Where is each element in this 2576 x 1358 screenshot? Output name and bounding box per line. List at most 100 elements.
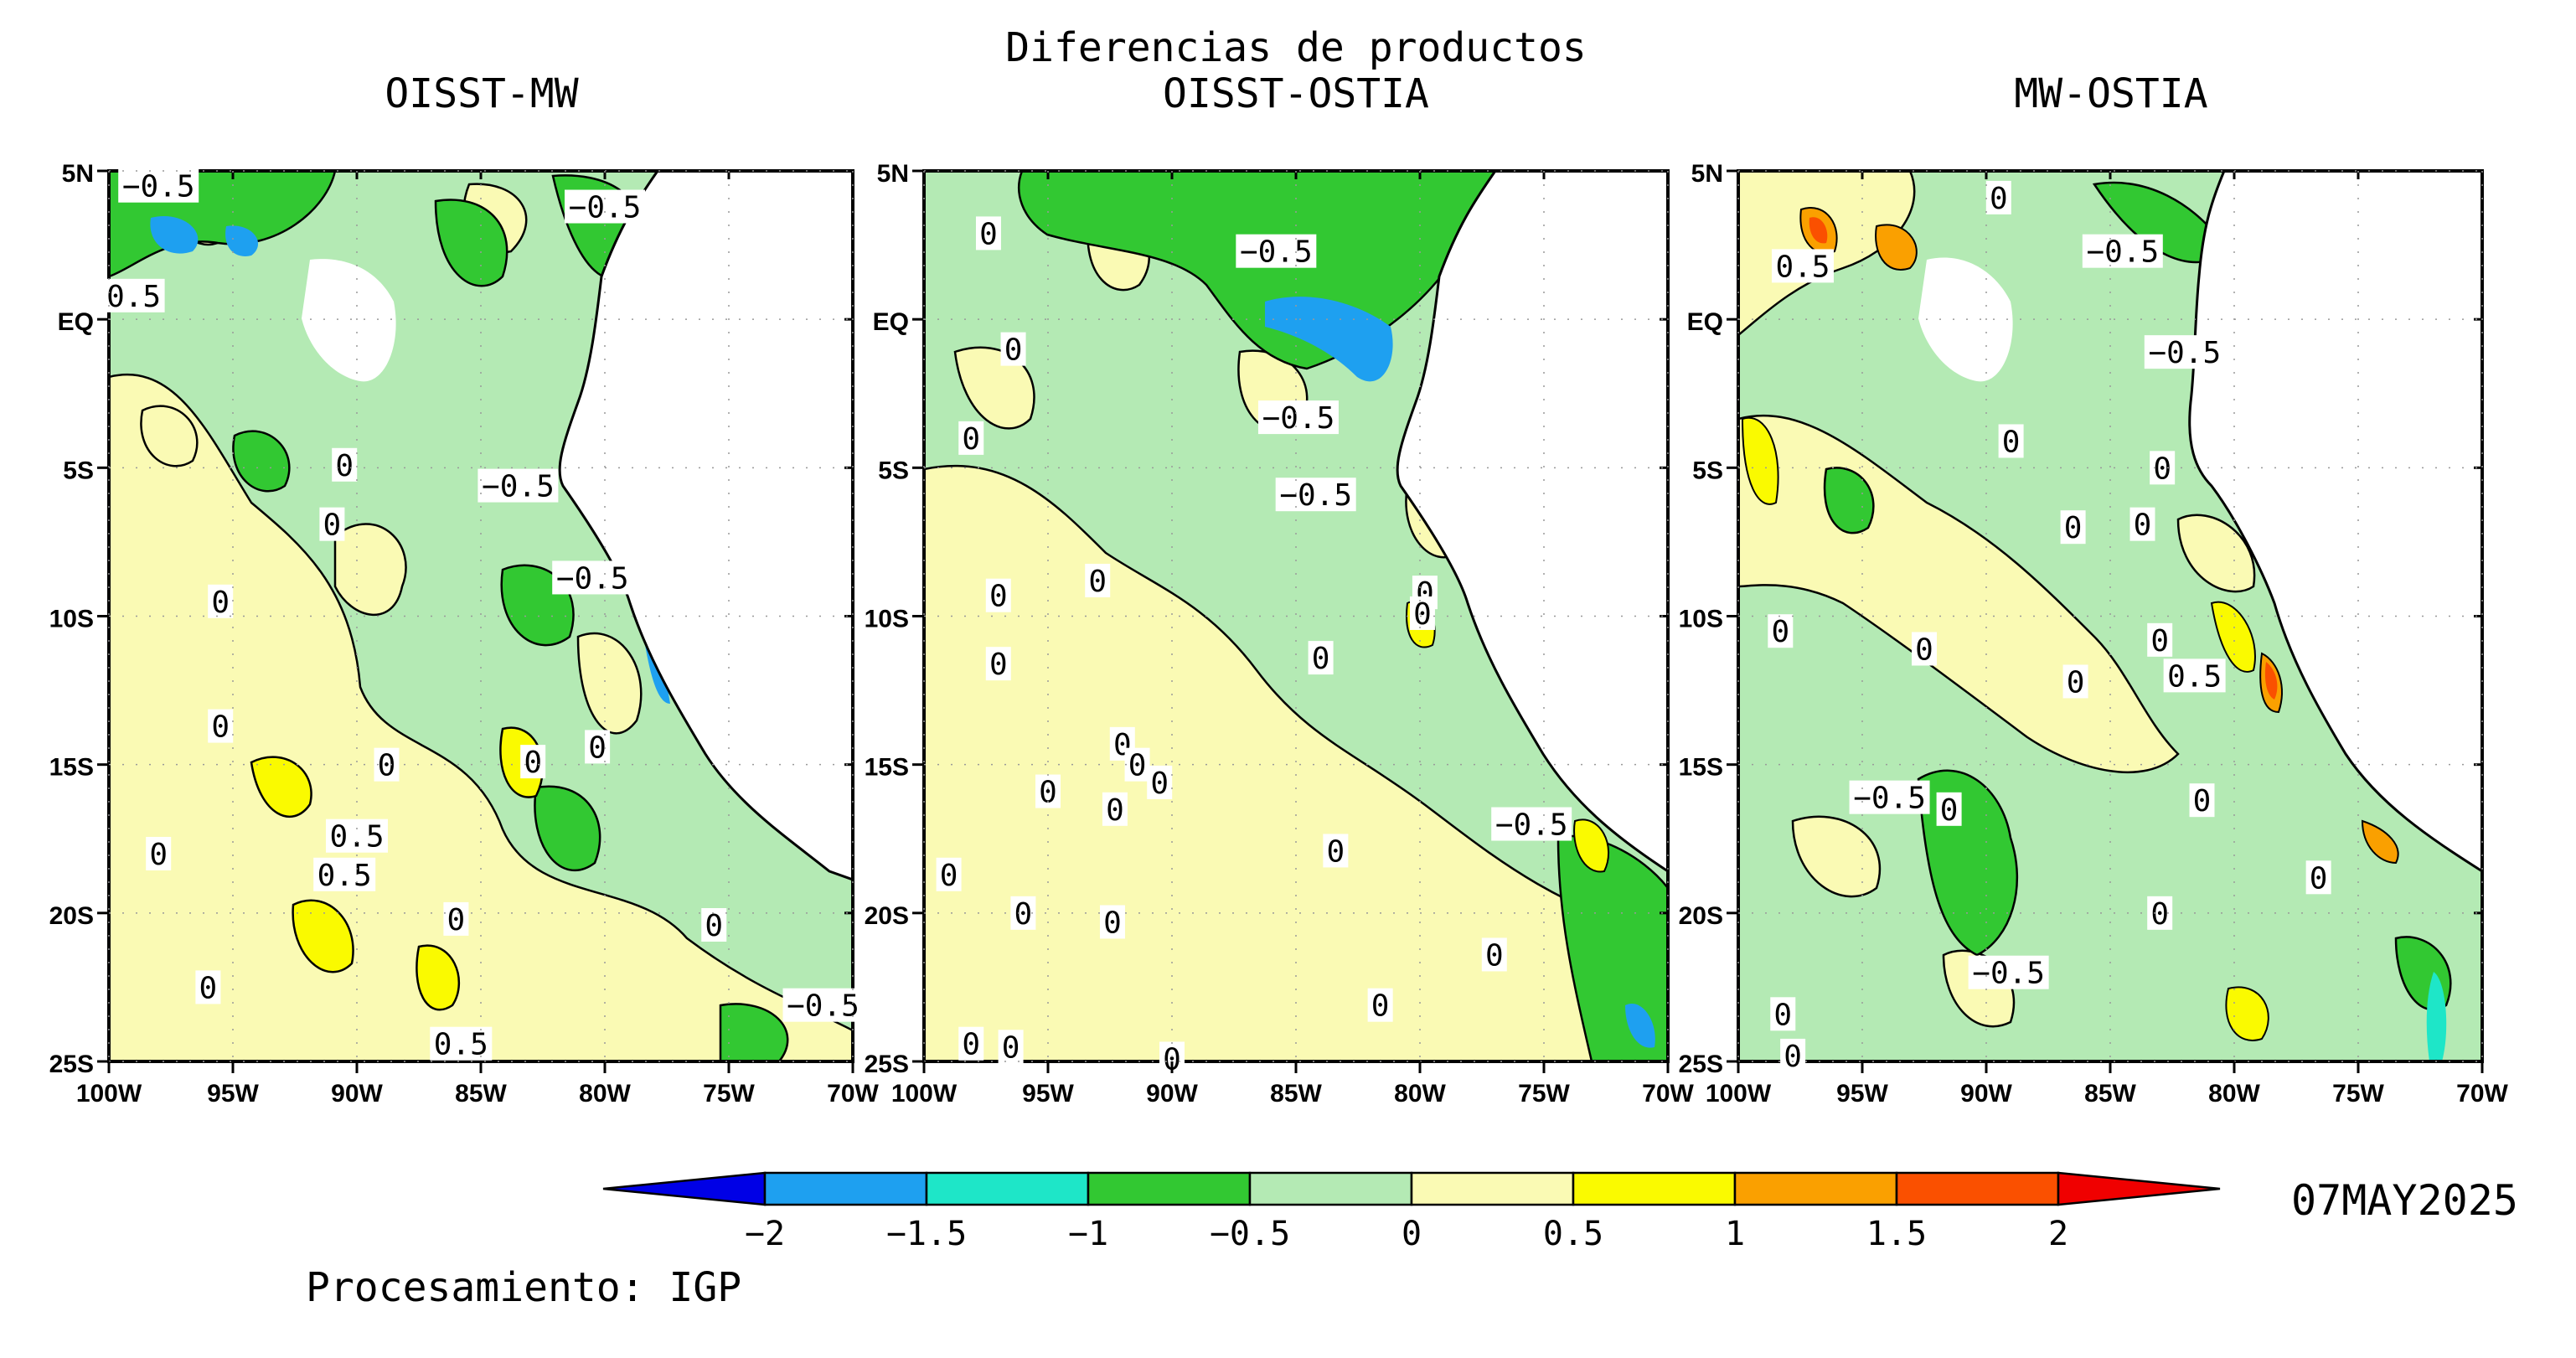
lat-tick-label: 25S <box>49 1051 94 1078</box>
lat-tick-label: 10S <box>1679 606 1723 633</box>
contour-label: 0 <box>2134 509 2152 543</box>
contour-label: 0 <box>2150 624 2169 658</box>
lat-tick-label: 15S <box>865 754 909 782</box>
contour-label: 0 <box>2067 665 2085 700</box>
contour-label: 0 <box>447 903 466 937</box>
colorbar-tick-label: 1 <box>1725 1215 1745 1253</box>
lat-tick-label: 5S <box>63 457 94 484</box>
contour-label: 0.5 <box>2167 659 2222 694</box>
contour-label: 0 <box>323 509 342 543</box>
contour-label: 0 <box>2064 511 2083 545</box>
colorbar-tick-label: 1.5 <box>1866 1215 1927 1253</box>
contour-label: 0 <box>1784 1040 1802 1074</box>
contour-label: 0 <box>962 1028 980 1062</box>
contour-label: −0.5 <box>1495 808 1568 843</box>
lon-tick-label: 100W <box>891 1080 958 1108</box>
lon-tick-label: 95W <box>1836 1080 1888 1108</box>
lon-tick-label: 75W <box>2332 1080 2384 1108</box>
contour-label: 0 <box>2153 452 2171 486</box>
contour-label: −0.5 <box>2148 336 2221 370</box>
contour-label: 0 <box>1150 767 1169 801</box>
lon-tick-label: 95W <box>207 1080 259 1108</box>
contour-label: 0 <box>1103 906 1122 940</box>
lat-tick-label: 20S <box>1679 902 1723 930</box>
colorbar-tick-label: −1.5 <box>886 1215 967 1253</box>
contour-label: 0 <box>962 422 980 457</box>
lat-tick-label: 20S <box>49 902 94 930</box>
lat-tick-label: 25S <box>865 1051 909 1078</box>
contour-label: −0.5 <box>122 170 195 204</box>
contour-label: 0 <box>979 217 998 251</box>
lon-tick-label: 80W <box>2208 1080 2260 1108</box>
contour-label: 0 <box>1088 565 1107 599</box>
lat-tick-label: 10S <box>865 606 909 633</box>
contour-label: −0.5 <box>482 470 555 504</box>
map-panel-oisst-mw: −0.5 −0.5 0.5 0 −0.5 0 −0.5 0 0 0 0 0 0.5 0 0.5 0 0 0 −0.5… <box>102 168 864 1063</box>
contour-label: 0 <box>1014 897 1033 932</box>
contour-label: 0 <box>989 648 1008 682</box>
lat-tick-label: 5N <box>877 160 909 188</box>
lat-tick-label: 15S <box>1679 754 1723 782</box>
contour-label: 0 <box>1327 834 1345 869</box>
colorbar-swatch <box>1248 1171 1413 1206</box>
contour-label: 0.5 <box>106 280 161 314</box>
contour-label: 0.5 <box>317 859 372 893</box>
panel-title-2: OISST-OSTIA <box>1163 70 1429 117</box>
contour-label: 0 <box>378 749 396 783</box>
contour-label: 0.5 <box>434 1028 488 1062</box>
date-label: 07MAY2025 <box>2291 1176 2518 1225</box>
contour-label: 0 <box>1773 998 1792 1032</box>
colorbar-swatch <box>1410 1171 1575 1206</box>
contour-label: 0 <box>1312 642 1330 676</box>
contour-label: 0 <box>149 838 168 872</box>
lon-tick-label: 85W <box>1270 1080 1322 1108</box>
lon-tick-label: 80W <box>579 1080 631 1108</box>
lon-tick-label: 75W <box>703 1080 755 1108</box>
contour-label: −0.5 <box>1240 235 1313 270</box>
contour-label: 0 <box>2310 861 2328 896</box>
colorbar-tick-label: −0.5 <box>1210 1215 1290 1253</box>
colorbar-swatch <box>1895 1171 2060 1206</box>
lat-tick-label: 5S <box>1692 457 1723 484</box>
lon-tick-label: 85W <box>2084 1080 2136 1108</box>
lon-tick-label: 85W <box>455 1080 507 1108</box>
lat-tick-label: 5N <box>62 160 94 188</box>
colorbar-tick-label: −2 <box>745 1215 785 1253</box>
lat-tick-label: 20S <box>865 902 909 930</box>
lon-tick-label: 70W <box>2456 1080 2508 1108</box>
colorbar-tick-label: 0 <box>1402 1215 1422 1253</box>
lon-tick-label: 100W <box>1706 1080 1772 1108</box>
lat-tick-label: 15S <box>49 754 94 782</box>
lat-tick-label: 25S <box>1679 1051 1723 1078</box>
colorbar-swatch <box>1087 1171 1252 1206</box>
lon-tick-label: 75W <box>1518 1080 1570 1108</box>
contour-label: −0.5 <box>787 989 860 1024</box>
contour-label: 0.5 <box>329 820 384 855</box>
colorbar-tick-label: −1 <box>1068 1215 1108 1253</box>
contour-label: 0 <box>1371 989 1390 1024</box>
colorbar-swatch <box>1733 1171 1898 1206</box>
contour-label: 0 <box>1990 182 2008 216</box>
colorbar-tick-label: 2 <box>2048 1215 2068 1253</box>
lon-tick-label: 80W <box>1394 1080 1446 1108</box>
lat-tick-label: EQ <box>1687 308 1723 336</box>
lon-tick-label: 90W <box>331 1080 383 1108</box>
colorbar-swatch <box>1572 1171 1737 1206</box>
contour-label: 0 <box>2002 425 2021 459</box>
colorbar-swatch <box>763 1171 928 1206</box>
contour-label: −0.5 <box>2086 235 2159 270</box>
contour-label: 0 <box>1004 333 1023 368</box>
contour-label: 0 <box>335 449 354 483</box>
contour-label: 0 <box>1413 597 1432 632</box>
lon-tick-label: 100W <box>76 1080 142 1108</box>
contour-label: 0 <box>588 731 607 765</box>
contour-label: 0 <box>1771 615 1789 649</box>
figure: Diferencias de productos OISST-MW OISST-… <box>49 24 2518 1311</box>
contour-label: 0 <box>1106 793 1124 828</box>
contour-label: 0 <box>1039 776 1057 810</box>
contour-label: 0.5 <box>1775 250 1830 284</box>
contour-label: 0 <box>940 859 958 893</box>
contour-label: 0 <box>1002 1030 1020 1065</box>
contour-label: −0.5 <box>1279 478 1352 513</box>
lon-tick-label: 90W <box>1960 1080 2012 1108</box>
